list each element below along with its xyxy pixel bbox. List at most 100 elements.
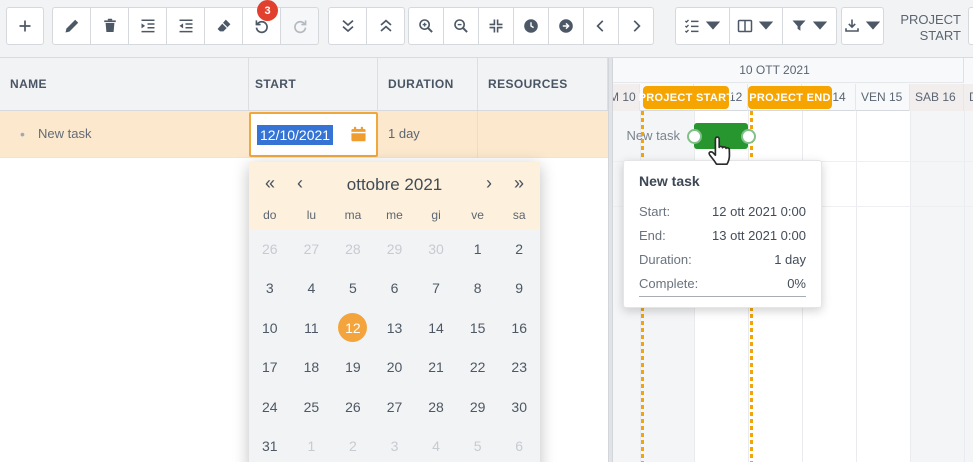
angle-right-icon [627, 17, 645, 35]
day-cell[interactable]: 18 [291, 348, 333, 388]
indent-task-button[interactable] [128, 7, 167, 45]
delete-task-button[interactable] [90, 7, 129, 45]
day-gridline [964, 111, 965, 462]
day-header-cell: DOM 10 [613, 84, 640, 111]
day-cell[interactable]: 5 [332, 269, 374, 309]
next-month-button[interactable]: › [486, 162, 492, 205]
collapse-all-button[interactable] [366, 7, 405, 45]
day-cell[interactable]: 26 [332, 387, 374, 427]
day-cell[interactable]: 29 [457, 387, 499, 427]
column-header-name[interactable]: NAME [0, 58, 249, 110]
day-cell[interactable]: 1 [291, 427, 333, 462]
outdent-task-button[interactable] [166, 7, 205, 45]
zoom-in-icon [417, 17, 435, 35]
task-tooltip: New task Start:12 ott 2021 0:00End:13 ot… [623, 160, 822, 308]
double-chevron-up-icon [377, 17, 395, 35]
weekday-label: do [249, 205, 291, 225]
column-header-duration[interactable]: DURATION [378, 58, 478, 110]
day-cell[interactable]: 4 [291, 269, 333, 309]
task-duration-cell[interactable]: 1 day [388, 111, 420, 157]
day-cell[interactable]: 8 [457, 269, 499, 309]
outdent-icon [177, 17, 195, 35]
previous-timespan-button[interactable] [513, 7, 549, 45]
task-resize-handle-right[interactable] [741, 129, 756, 144]
weekday-label: lu [291, 205, 333, 225]
expand-all-button[interactable] [328, 7, 367, 45]
add-task-button[interactable] [6, 7, 44, 45]
day-cell[interactable]: 19 [332, 348, 374, 388]
start-date-input[interactable]: 12/10/2021 [257, 125, 333, 145]
features-menu-button[interactable] [675, 7, 730, 45]
day-cell[interactable]: 31 [249, 427, 291, 462]
day-cell[interactable]: 4 [415, 427, 457, 462]
columns-menu-button[interactable] [729, 7, 784, 45]
day-cell[interactable]: 25 [291, 387, 333, 427]
day-cell[interactable]: 1 [457, 229, 499, 269]
day-cell[interactable]: 22 [457, 348, 499, 388]
day-cell[interactable]: 29 [374, 229, 416, 269]
day-cell[interactable]: 7 [415, 269, 457, 309]
day-cell[interactable]: 27 [374, 387, 416, 427]
zoom-in-button[interactable] [408, 7, 444, 45]
weekday-label: ma [332, 205, 374, 225]
column-header-resources[interactable]: RESOURCES [478, 58, 608, 110]
day-cell[interactable]: 2 [498, 229, 540, 269]
day-cell[interactable]: 30 [415, 229, 457, 269]
day-cell[interactable]: 23 [498, 348, 540, 388]
gantt-app: 3 PROJECT START NAMESTARTDURATIONRESOURC… [0, 0, 973, 462]
day-cell[interactable]: 3 [374, 427, 416, 462]
month-year-title: ottobre 2021 [249, 162, 540, 207]
pencil-icon [63, 17, 81, 35]
task-resize-handle-left[interactable] [687, 129, 702, 144]
day-cell[interactable]: 14 [415, 308, 457, 348]
day-cell[interactable]: 11 [291, 308, 333, 348]
day-cell[interactable]: 16 [498, 308, 540, 348]
day-cell[interactable]: 5 [457, 427, 499, 462]
day-cell[interactable]: 24 [249, 387, 291, 427]
shift-next-button[interactable] [618, 7, 654, 45]
day-cell[interactable]: 3 [249, 269, 291, 309]
clipped-toolbar-button[interactable] [968, 7, 973, 45]
day-cell[interactable]: 20 [374, 348, 416, 388]
redo-button [280, 7, 319, 45]
selected-day-cell[interactable]: 12 [332, 308, 374, 348]
day-header-cell: DOM 17 [964, 84, 973, 111]
calendar-icon[interactable] [350, 126, 367, 143]
undo-count-badge: 3 [257, 0, 278, 21]
start-date-editor[interactable]: 12/10/2021 [249, 112, 378, 157]
task-name-cell[interactable]: New task [38, 111, 91, 157]
shift-previous-button[interactable] [583, 7, 619, 45]
next-timespan-button[interactable] [548, 7, 584, 45]
filter-menu-button[interactable] [782, 7, 837, 45]
day-cell[interactable]: 17 [249, 348, 291, 388]
weekday-label: sa [498, 205, 540, 225]
edit-task-button[interactable] [52, 7, 91, 45]
day-cell[interactable]: 13 [374, 308, 416, 348]
day-cell[interactable]: 28 [415, 387, 457, 427]
day-cell[interactable]: 28 [332, 229, 374, 269]
day-cell[interactable]: 9 [498, 269, 540, 309]
tooltip-row: Complete:0% [639, 272, 806, 297]
date-picker-nav: « ‹ ottobre 2021 › » [249, 162, 540, 205]
day-cell[interactable]: 6 [498, 427, 540, 462]
column-header-start[interactable]: START [249, 58, 378, 110]
timeline-body: New task New task Start:12 ott 2021 0:00… [613, 111, 973, 462]
day-cell[interactable]: 10 [249, 308, 291, 348]
day-cell[interactable]: 2 [332, 427, 374, 462]
toolbar: 3 PROJECT START [0, 0, 973, 58]
day-cell[interactable]: 26 [249, 229, 291, 269]
clear-tasks-button[interactable] [204, 7, 243, 45]
day-cell[interactable]: 30 [498, 387, 540, 427]
day-cell[interactable]: 6 [374, 269, 416, 309]
day-cell[interactable]: 27 [291, 229, 333, 269]
day-cell[interactable]: 15 [457, 308, 499, 348]
weekday-label: gi [415, 205, 457, 225]
timeline-header: 10 OTT 2021 DOM 10LUN 11MAR 12MER 13GIO … [613, 58, 973, 111]
zoom-to-fit-button[interactable] [478, 7, 514, 45]
zoom-out-button[interactable] [443, 7, 479, 45]
indent-icon [139, 17, 157, 35]
tooltip-title: New task [639, 173, 806, 189]
day-cell[interactable]: 21 [415, 348, 457, 388]
task-bullet-icon: • [20, 111, 25, 157]
next-year-button[interactable]: » [514, 162, 524, 205]
